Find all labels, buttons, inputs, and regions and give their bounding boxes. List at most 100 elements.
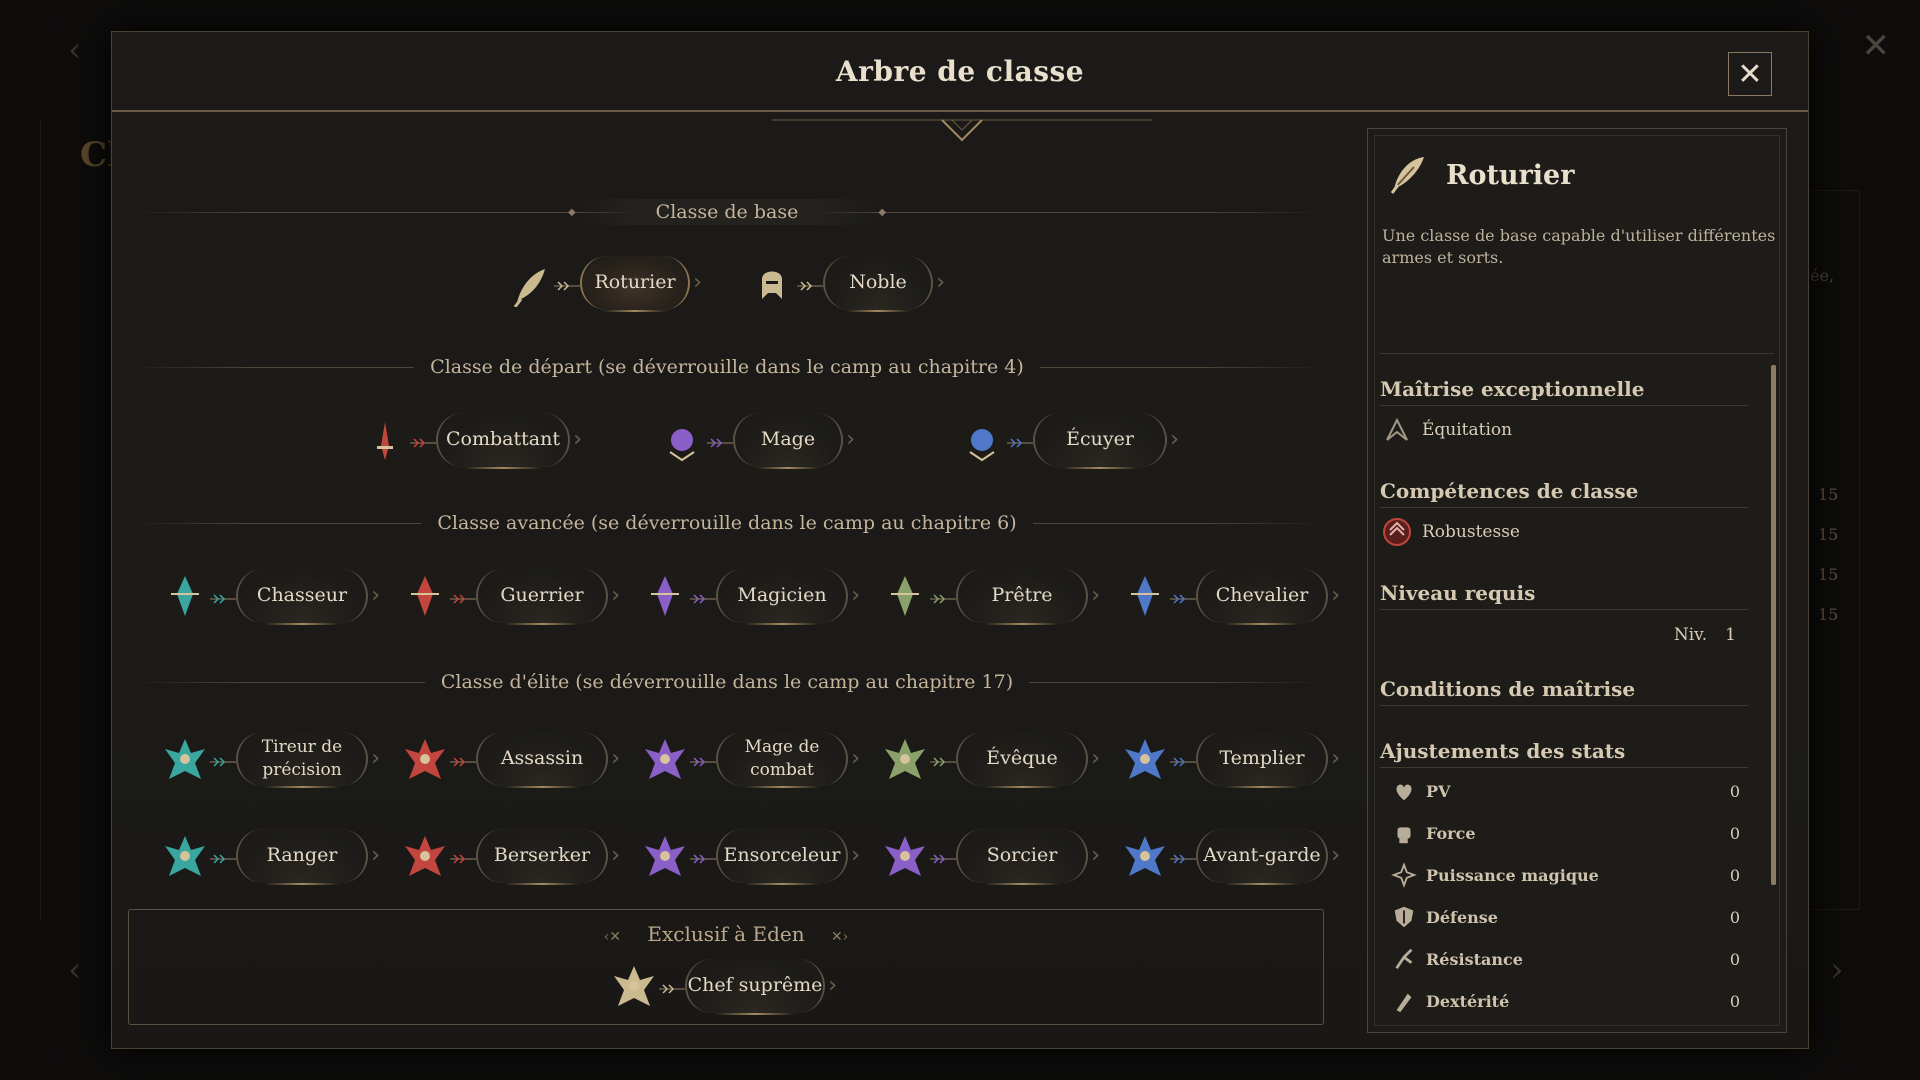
class-node-magicien[interactable]: Magicien › bbox=[640, 568, 860, 625]
detail-header: Roturier bbox=[1380, 149, 1574, 201]
level-row: Niv. 1 bbox=[1380, 625, 1748, 645]
conditions-heading: Conditions de maîtrise bbox=[1380, 677, 1748, 706]
class-node-templier[interactable]: Templier › bbox=[1120, 731, 1340, 788]
class-label: Avant-garde bbox=[1203, 844, 1321, 867]
section-advanced-label: Classe avancée (se déverrouille dans le … bbox=[421, 510, 1033, 536]
class-pill[interactable]: Ranger › bbox=[236, 829, 380, 885]
bg-number: 15 bbox=[1818, 525, 1839, 544]
berserker-icon bbox=[400, 828, 450, 884]
helm-icon bbox=[1120, 568, 1170, 624]
crown-icon bbox=[609, 958, 659, 1014]
class-pill[interactable]: Chasseur › bbox=[236, 569, 380, 625]
bg-number: 15 bbox=[1818, 605, 1839, 624]
class-label: Ranger bbox=[266, 844, 338, 867]
class-pill[interactable]: Mage de combat › bbox=[716, 732, 860, 788]
connector-arrow-icon bbox=[450, 850, 476, 864]
class-node-avant-garde[interactable]: Avant-garde › bbox=[1120, 828, 1340, 885]
class-pill[interactable]: Guerrier › bbox=[476, 569, 620, 625]
connector-arrow-icon bbox=[690, 753, 716, 767]
connector-arrow-icon bbox=[690, 850, 716, 864]
modal-title: Arbre de classe bbox=[835, 54, 1085, 88]
class-node-prêtre[interactable]: Prêtre › bbox=[880, 568, 1100, 625]
stat-row: Dextérité 0 bbox=[1390, 987, 1740, 1015]
diamond-icon: ◆ bbox=[567, 206, 576, 218]
chevron-right-icon: › bbox=[573, 427, 582, 453]
detail-scroll-area[interactable]: Maîtrise exceptionnelle Équitation Compé… bbox=[1368, 365, 1768, 1015]
chevron-right-icon: › bbox=[611, 746, 620, 772]
robustness-icon bbox=[1380, 517, 1414, 547]
class-node-mage-de-combat[interactable]: Mage de combat › bbox=[640, 731, 860, 788]
class-pill[interactable]: Berserker › bbox=[476, 829, 620, 885]
chevron-right-icon: › bbox=[611, 843, 620, 869]
class-node-berserker[interactable]: Berserker › bbox=[400, 828, 620, 885]
shield-icon bbox=[1390, 903, 1418, 931]
connector-arrow-icon bbox=[410, 434, 436, 448]
class-pill[interactable]: Mage › bbox=[733, 413, 855, 469]
class-node-combattant[interactable]: Combattant › bbox=[360, 412, 582, 469]
class-node-tireur-de-précision[interactable]: Tireur de précision › bbox=[160, 731, 380, 788]
eden-title: ‹✕ Exclusif à Eden ✕› bbox=[129, 922, 1323, 946]
chevron-right-icon: › bbox=[828, 973, 837, 999]
class-node-ranger[interactable]: Ranger › bbox=[160, 828, 380, 885]
connector-arrow-icon bbox=[1170, 850, 1196, 864]
stat-value: 0 bbox=[1729, 865, 1740, 885]
fist-icon bbox=[1390, 819, 1418, 847]
section-base: ◆ Classe de base ◆ bbox=[132, 197, 1322, 227]
class-pill[interactable]: Chevalier › bbox=[1196, 569, 1340, 625]
class-node-chef-suprême[interactable]: Chef suprême › bbox=[609, 958, 837, 1015]
level-value: 1 bbox=[1725, 625, 1736, 645]
connector-arrow-icon bbox=[930, 850, 956, 864]
skills-heading: Compétences de classe bbox=[1380, 479, 1748, 508]
class-node-assassin[interactable]: Assassin › bbox=[400, 731, 620, 788]
chevron-right-icon: › bbox=[851, 843, 860, 869]
chevron-right-icon: › bbox=[1331, 583, 1340, 609]
skill-item-label: Robustesse bbox=[1422, 522, 1520, 542]
connector-arrow-icon bbox=[930, 753, 956, 767]
class-node-évêque[interactable]: Évêque › bbox=[880, 731, 1100, 788]
connector-arrow-icon bbox=[797, 277, 823, 291]
scrollbar-thumb[interactable] bbox=[1771, 365, 1776, 885]
class-node-sorcier[interactable]: Sorcier › bbox=[880, 828, 1100, 885]
skill-item[interactable]: Robustesse bbox=[1380, 517, 1748, 547]
class-pill[interactable]: Ensorceleur › bbox=[716, 829, 860, 885]
class-pill[interactable]: Assassin › bbox=[476, 732, 620, 788]
class-label: Tireur de précision bbox=[261, 737, 343, 780]
mastery-item-label: Équitation bbox=[1422, 420, 1513, 440]
bg-right-panel bbox=[1800, 190, 1860, 910]
class-pill[interactable]: Avant-garde › bbox=[1196, 829, 1340, 885]
class-pill[interactable]: Noble › bbox=[823, 256, 945, 312]
class-pill[interactable]: Combattant › bbox=[436, 413, 582, 469]
class-label: Assassin bbox=[500, 747, 584, 770]
class-pill[interactable]: Écuyer › bbox=[1033, 413, 1179, 469]
class-label: Berserker bbox=[493, 844, 591, 867]
stat-row: Défense 0 bbox=[1390, 903, 1740, 931]
class-node-guerrier[interactable]: Guerrier › bbox=[400, 568, 620, 625]
class-node-noble[interactable]: Noble › bbox=[747, 255, 945, 312]
stat-label: Dextérité bbox=[1426, 991, 1510, 1011]
class-node-ensorceleur[interactable]: Ensorceleur › bbox=[640, 828, 860, 885]
arcane-icon bbox=[640, 568, 690, 624]
class-pill[interactable]: Sorcier › bbox=[956, 829, 1100, 885]
connector-arrow-icon bbox=[1007, 434, 1033, 448]
class-pill[interactable]: Évêque › bbox=[956, 732, 1100, 788]
heart-icon bbox=[1390, 777, 1418, 805]
class-pill[interactable]: Chef suprême › bbox=[685, 959, 837, 1015]
vanguard-icon bbox=[1120, 828, 1170, 884]
class-pill[interactable]: Roturier › bbox=[580, 256, 702, 312]
class-node-roturier[interactable]: Roturier › bbox=[504, 255, 702, 312]
class-pill[interactable]: Tireur de précision › bbox=[236, 732, 380, 788]
level-heading: Niveau requis bbox=[1380, 581, 1748, 610]
class-node-écuyer[interactable]: Écuyer › bbox=[957, 412, 1179, 469]
class-pill[interactable]: Templier › bbox=[1196, 732, 1340, 788]
resistance-icon bbox=[1390, 945, 1418, 973]
class-node-mage[interactable]: Mage › bbox=[657, 412, 855, 469]
section-base-label: Classe de base bbox=[575, 199, 879, 225]
templar-icon bbox=[1120, 731, 1170, 787]
class-pill[interactable]: Magicien › bbox=[716, 569, 860, 625]
class-pill[interactable]: Prêtre › bbox=[956, 569, 1100, 625]
connector-arrow-icon bbox=[210, 850, 236, 864]
class-node-chasseur[interactable]: Chasseur › bbox=[160, 568, 380, 625]
dexterity-icon bbox=[1390, 987, 1418, 1015]
close-button[interactable]: ✕ bbox=[1728, 52, 1772, 96]
class-node-chevalier[interactable]: Chevalier › bbox=[1120, 568, 1340, 625]
